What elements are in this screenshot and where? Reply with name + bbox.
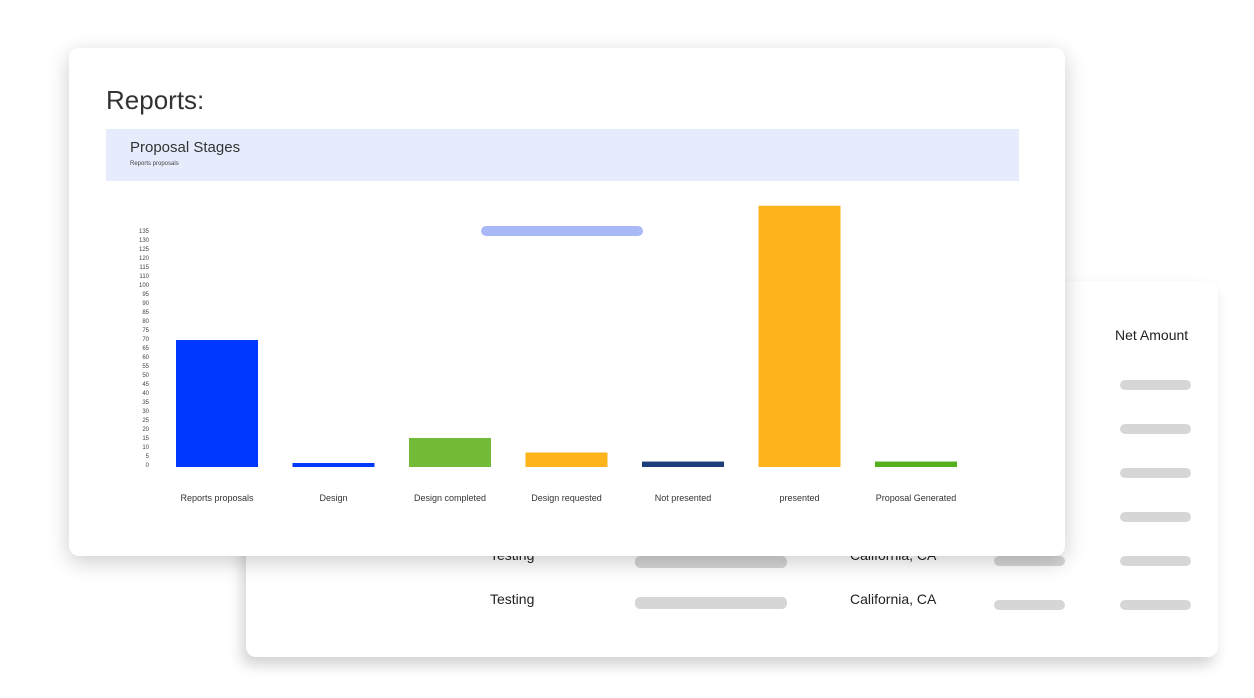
placeholder-pill xyxy=(994,556,1065,566)
placeholder-pill xyxy=(1120,600,1191,610)
placeholder-pill xyxy=(1120,512,1191,522)
placeholder-pill xyxy=(994,600,1065,610)
placeholder-pill xyxy=(1120,424,1191,434)
placeholder-pill xyxy=(1120,556,1191,566)
y-tick-label: 110 xyxy=(139,274,149,280)
y-tick-label: 65 xyxy=(142,346,149,352)
y-tick-label: 45 xyxy=(142,382,149,388)
x-tick-label: Design completed xyxy=(414,493,486,503)
column-header-net-amount: Net Amount xyxy=(1115,327,1189,343)
x-tick-label: Design requested xyxy=(531,493,602,503)
placeholder-pill xyxy=(635,597,787,609)
y-tick-label: 130 xyxy=(139,238,150,244)
bar-design-completed[interactable] xyxy=(409,437,491,467)
y-tick-label: 5 xyxy=(146,454,150,460)
y-tick-label: 35 xyxy=(142,400,149,406)
y-tick-label: 120 xyxy=(139,256,150,262)
x-tick-label: Design xyxy=(319,493,347,503)
x-tick-label: Proposal Generated xyxy=(876,493,957,503)
y-tick-label: 75 xyxy=(142,328,149,334)
placeholder-pill xyxy=(635,556,787,568)
x-tick-label: presented xyxy=(779,493,819,503)
y-tick-label: 100 xyxy=(139,283,150,289)
y-tick-label: 125 xyxy=(139,247,150,253)
y-tick-label: 25 xyxy=(142,418,149,424)
row-location: California, CA xyxy=(850,591,937,607)
bar-design-requested[interactable] xyxy=(525,452,608,467)
x-tick-label: Reports proposals xyxy=(180,493,254,503)
y-tick-label: 80 xyxy=(142,319,149,325)
y-tick-label: 60 xyxy=(142,355,149,361)
y-tick-label: 55 xyxy=(142,364,149,370)
y-tick-label: 50 xyxy=(142,373,149,379)
x-tick-label: Not presented xyxy=(655,493,712,503)
y-tick-label: 135 xyxy=(139,229,150,235)
bar-not-presented[interactable] xyxy=(642,461,724,467)
bar-presented[interactable] xyxy=(758,205,841,467)
placeholder-pill xyxy=(1120,380,1191,390)
y-tick-label: 95 xyxy=(142,292,149,298)
bar-design[interactable] xyxy=(292,463,375,467)
y-tick-label: 10 xyxy=(142,445,149,451)
row-name: Testing xyxy=(490,591,535,607)
y-tick-label: 115 xyxy=(139,265,149,271)
y-tick-label: 0 xyxy=(146,463,150,469)
placeholder-pill xyxy=(1120,468,1191,478)
y-tick-label: 40 xyxy=(142,391,149,397)
reports-card: Reports: Proposal Stages Reports proposa… xyxy=(69,48,1065,556)
bar-reports-proposals[interactable] xyxy=(176,340,258,467)
y-tick-label: 15 xyxy=(142,436,149,442)
bar-chart: 1351301251201151101009590858075706560555… xyxy=(139,205,957,503)
legend-swatch[interactable] xyxy=(481,226,643,236)
y-tick-label: 30 xyxy=(142,409,149,415)
y-tick-label: 20 xyxy=(142,427,149,433)
bar-proposal-generated[interactable] xyxy=(875,461,957,467)
y-tick-label: 90 xyxy=(142,301,149,307)
y-tick-label: 70 xyxy=(142,337,149,343)
y-tick-label: 85 xyxy=(142,310,149,316)
